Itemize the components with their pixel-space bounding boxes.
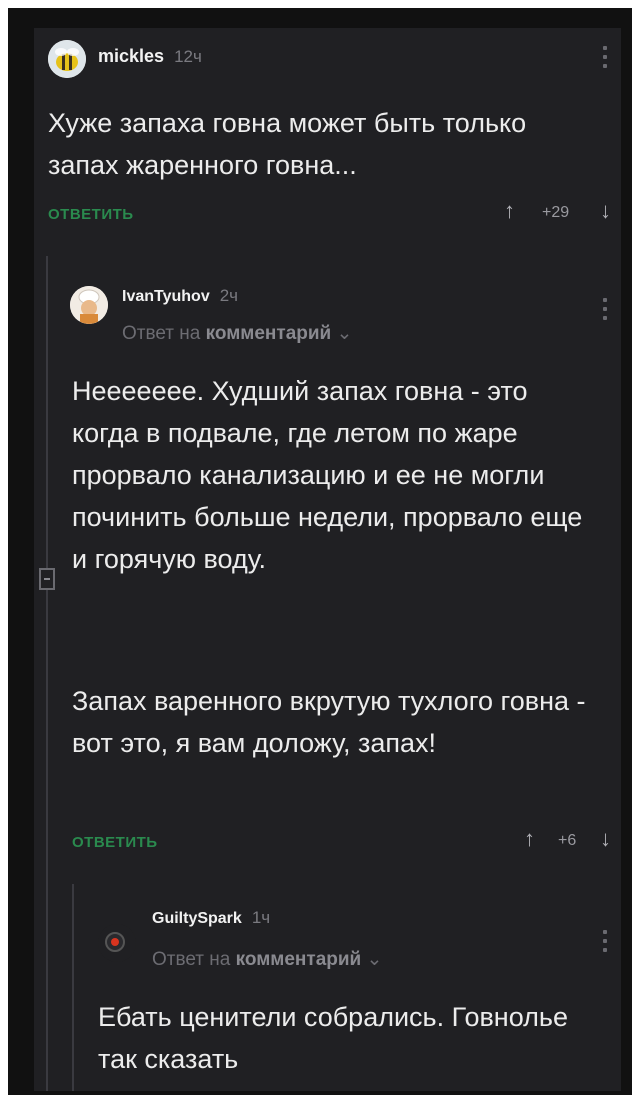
- timestamp: 2ч: [219, 286, 239, 305]
- username[interactable]: mickles: [98, 46, 164, 66]
- comment-text-paragraph-1: Неееееее. Худший запах говна - это когда…: [72, 376, 583, 574]
- reply-button[interactable]: ОТВЕТИТЬ: [72, 834, 158, 851]
- downvote-icon[interactable]: ↓: [600, 198, 611, 224]
- reply-target: комментарий: [235, 949, 362, 970]
- username[interactable]: GuiltySpark: [152, 910, 242, 927]
- reply-prefix: Ответ на: [122, 323, 201, 344]
- avatar-ivantyuhov[interactable]: [70, 286, 108, 324]
- reply-to-link[interactable]: Ответ на комментарий ⌄: [152, 948, 382, 971]
- more-options-icon[interactable]: [602, 930, 608, 957]
- vote-count: +6: [558, 832, 577, 849]
- comment-text: Хуже запаха говна может быть только запа…: [48, 108, 527, 180]
- upvote-icon[interactable]: ↑: [504, 198, 515, 224]
- comment-header: IvanTyuhov 2ч: [122, 286, 238, 306]
- screenshot-frame: mickles 12ч Хуже запаха говна может быть …: [8, 8, 632, 1095]
- upvote-icon[interactable]: ↑: [524, 826, 535, 852]
- chevron-down-icon: ⌄: [336, 323, 353, 344]
- timestamp: 1ч: [251, 908, 271, 927]
- bee-avatar-icon: [48, 40, 86, 78]
- reply-target: комментарий: [205, 323, 332, 344]
- comment-header: GuiltySpark 1ч: [152, 908, 270, 928]
- reply-prefix: Ответ на: [152, 949, 231, 970]
- more-options-icon[interactable]: [602, 46, 608, 73]
- thread-line: [46, 256, 48, 1091]
- username[interactable]: IvanTyuhov: [122, 288, 210, 305]
- more-options-icon[interactable]: [602, 298, 608, 325]
- chevron-down-icon: ⌄: [366, 949, 383, 970]
- collapse-thread-icon[interactable]: [39, 568, 55, 590]
- comment-text: Ебать ценители собрались. Говнолье так с…: [98, 1002, 568, 1074]
- reply-to-link[interactable]: Ответ на комментарий ⌄: [122, 322, 352, 345]
- robot-eye-avatar-icon: [98, 924, 136, 962]
- reply-button[interactable]: ОТВЕТИТЬ: [48, 206, 134, 223]
- chef-avatar-icon: [70, 286, 108, 324]
- timestamp: 12ч: [174, 47, 202, 66]
- comment-text-paragraph-2: Запах варенного вкрутую тухлого говна - …: [72, 686, 586, 758]
- comment-thread: mickles 12ч Хуже запаха говна может быть …: [34, 28, 621, 1091]
- avatar-mickles[interactable]: [48, 40, 86, 78]
- comment-header: mickles 12ч: [98, 46, 202, 67]
- thread-line-nested: [72, 884, 74, 1091]
- downvote-icon[interactable]: ↓: [600, 826, 611, 852]
- vote-count: +29: [542, 204, 570, 221]
- avatar-guiltyspark[interactable]: [98, 924, 136, 962]
